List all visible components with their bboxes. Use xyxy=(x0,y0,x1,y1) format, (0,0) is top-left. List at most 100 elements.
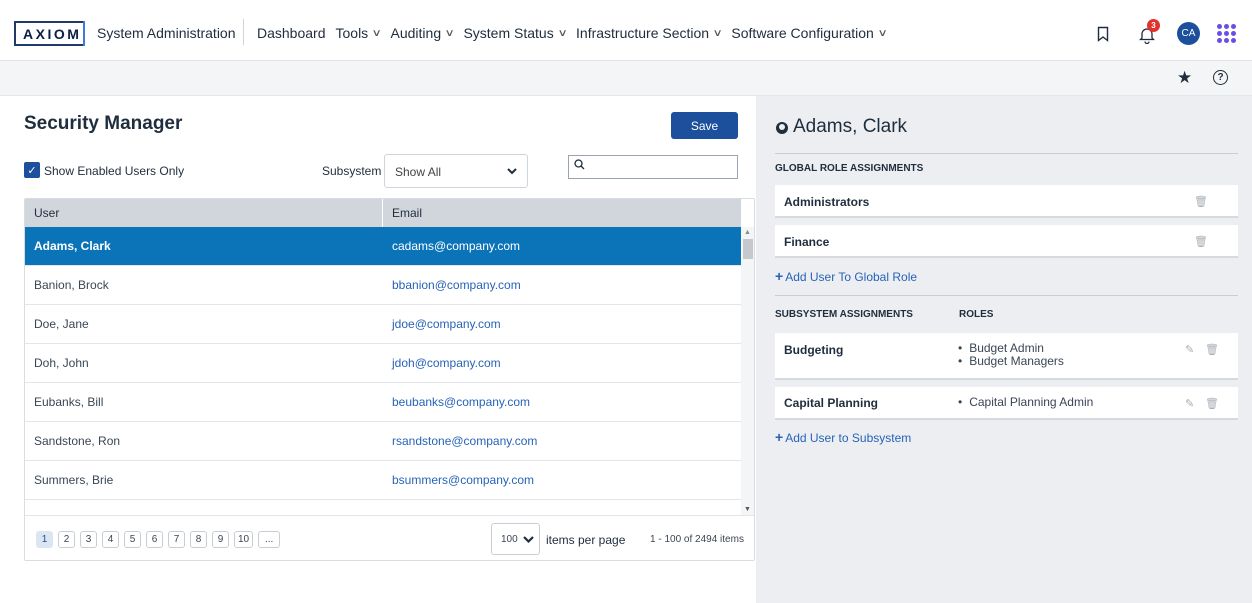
trash-icon[interactable]: 🗑 xyxy=(1194,235,1208,248)
table-row[interactable]: Doe, Jane jdoe@company.com xyxy=(25,305,741,344)
scrollbar-thumb[interactable] xyxy=(743,239,753,259)
search-input[interactable] xyxy=(589,158,734,176)
email-cell: jdoe@company.com xyxy=(392,317,501,331)
user-cell: Doe, Jane xyxy=(34,317,89,331)
user-cell: Doh, John xyxy=(34,356,89,370)
chevron-down-icon: ∨ xyxy=(371,27,382,39)
items-per-page-select[interactable]: 100 xyxy=(491,523,540,555)
add-global-role-label: Add User To Global Role xyxy=(785,270,918,284)
add-user-to-global-role-link[interactable]: + Add User To Global Role xyxy=(775,268,917,284)
table-row[interactable]: Banion, Brock bbanion@company.com xyxy=(25,266,741,305)
scroll-up-icon[interactable]: ▲ xyxy=(744,229,751,236)
scroll-down-icon[interactable]: ▼ xyxy=(744,506,751,513)
pagination: 1 2 3 4 5 6 7 8 9 10 ... 100 items per p… xyxy=(25,515,754,560)
table-row[interactable]: Adams, Clark cadams@company.com xyxy=(25,227,741,266)
star-icon[interactable]: ★ xyxy=(1177,68,1192,88)
search-icon xyxy=(574,159,585,170)
nav-software-configuration[interactable]: Software Configuration ∨ xyxy=(731,25,887,41)
table-row[interactable]: Doh, John jdoh@company.com xyxy=(25,344,741,383)
table-row[interactable]: Summers, Brie bsummers@company.com xyxy=(25,461,741,500)
chevron-down-icon: ∨ xyxy=(557,27,568,39)
show-enabled-checkbox[interactable]: ✓ xyxy=(24,162,40,178)
page-button[interactable]: 5 xyxy=(124,531,141,548)
global-role-assignments-title: GLOBAL ROLE ASSIGNMENTS xyxy=(775,163,924,174)
logo-text: AXIOM xyxy=(23,25,82,42)
page-button[interactable]: 7 xyxy=(168,531,185,548)
grid-scrollbar[interactable]: ▲ ▼ xyxy=(741,227,754,515)
nav-infrastructure-section[interactable]: Infrastructure Section ∨ xyxy=(576,25,723,41)
email-cell: rsandstone@company.com xyxy=(392,434,538,448)
nav-tools-label: Tools xyxy=(335,25,369,41)
notification-badge: 3 xyxy=(1147,18,1160,32)
page-button[interactable]: 9 xyxy=(212,531,229,548)
grid-body: Adams, Clark cadams@company.com Banion, B… xyxy=(25,227,741,515)
pencil-icon[interactable]: ✎ xyxy=(1185,343,1194,356)
page-button[interactable]: 8 xyxy=(190,531,207,548)
page-button[interactable]: 10 xyxy=(234,531,254,548)
users-grid: User Email Adams, Clark cadams@company.co… xyxy=(24,198,755,561)
table-row[interactable]: Sandstone, Ron rsandstone@company.com xyxy=(25,422,741,461)
more-pages-button[interactable]: ... xyxy=(258,531,281,548)
roles-title: ROLES xyxy=(959,309,994,320)
avatar[interactable]: CA xyxy=(1177,22,1200,45)
role-item: Capital Planning Admin xyxy=(958,396,1093,409)
page-button[interactable]: 6 xyxy=(146,531,163,548)
table-row[interactable]: Eubanks, Bill beubanks@company.com xyxy=(25,383,741,422)
main-nav: Dashboard Tools ∨ Auditing ∨ System Status… xyxy=(257,25,896,41)
column-header-user[interactable]: User xyxy=(25,199,383,227)
email-cell: beubanks@company.com xyxy=(392,395,531,409)
nav-software-configuration-label: Software Configuration xyxy=(731,25,874,41)
search-field[interactable] xyxy=(568,155,738,179)
trash-icon[interactable]: 🗑 xyxy=(1205,343,1219,356)
subsystem-select[interactable]: Show All xyxy=(384,154,528,188)
save-button[interactable]: Save xyxy=(671,112,738,139)
role-item: Budget Managers xyxy=(958,355,1064,368)
nav-auditing[interactable]: Auditing ∨ xyxy=(390,25,455,41)
help-icon[interactable]: ? xyxy=(1213,70,1228,85)
page-button[interactable]: 3 xyxy=(80,531,97,548)
grid-header: User Email xyxy=(25,199,741,227)
chevron-down-icon: ∨ xyxy=(712,27,723,39)
chevron-down-icon xyxy=(523,536,534,544)
user-cell: Adams, Clark xyxy=(34,239,111,253)
selected-user-name: Adams, Clark xyxy=(793,116,908,137)
add-user-to-subsystem-link[interactable]: + Add User to Subsystem xyxy=(775,429,911,445)
subsystem-label: Subsystem xyxy=(322,164,382,178)
items-per-page-label: items per page xyxy=(546,533,626,547)
logo-accent-bar xyxy=(83,21,85,46)
global-role-card: Administrators 🗑 xyxy=(775,185,1238,218)
global-role-name: Administrators xyxy=(784,195,870,209)
top-navigation: AXIOM System Administration Dashboard To… xyxy=(0,0,1252,61)
email-cell: cadams@company.com xyxy=(392,239,521,253)
trash-icon[interactable]: 🗑 xyxy=(1194,195,1208,208)
nav-system-status[interactable]: System Status ∨ xyxy=(463,25,568,41)
nav-divider xyxy=(243,19,244,45)
divider xyxy=(775,295,1238,296)
chevron-down-icon: ∨ xyxy=(444,27,455,39)
trash-icon[interactable]: 🗑 xyxy=(1205,397,1219,410)
nav-dashboard[interactable]: Dashboard xyxy=(257,25,326,41)
subsystem-roles-list: Budget Admin Budget Managers xyxy=(958,342,1064,368)
global-role-card: Finance 🗑 xyxy=(775,225,1238,258)
nav-tools[interactable]: Tools ∨ xyxy=(335,25,382,41)
nav-dashboard-label: Dashboard xyxy=(257,25,326,41)
header-actions: 3 CA xyxy=(1097,18,1236,45)
notifications-button[interactable]: 3 xyxy=(1139,18,1160,44)
page-button[interactable]: 4 xyxy=(102,531,119,548)
app-title[interactable]: System Administration xyxy=(97,25,236,41)
column-header-email[interactable]: Email xyxy=(383,199,741,227)
secondary-toolbar: ★ ? xyxy=(0,61,1252,96)
apps-grid-icon[interactable] xyxy=(1217,24,1236,43)
subsystem-card: Budgeting Budget Admin Budget Managers ✎… xyxy=(775,333,1238,380)
subsystem-select-value: Show All xyxy=(395,165,442,179)
email-cell: bbanion@company.com xyxy=(392,278,521,292)
axiom-logo[interactable]: AXIOM xyxy=(14,21,85,46)
bookmark-icon[interactable] xyxy=(1097,26,1109,42)
page-button[interactable]: 2 xyxy=(58,531,75,548)
show-enabled-label[interactable]: Show Enabled Users Only xyxy=(44,164,184,178)
page-button[interactable]: 1 xyxy=(36,531,53,548)
nav-auditing-label: Auditing xyxy=(390,25,442,41)
user-cell: Eubanks, Bill xyxy=(34,395,104,409)
page-list: 1 2 3 4 5 6 7 8 9 10 ... xyxy=(36,531,285,548)
pencil-icon[interactable]: ✎ xyxy=(1185,397,1194,410)
